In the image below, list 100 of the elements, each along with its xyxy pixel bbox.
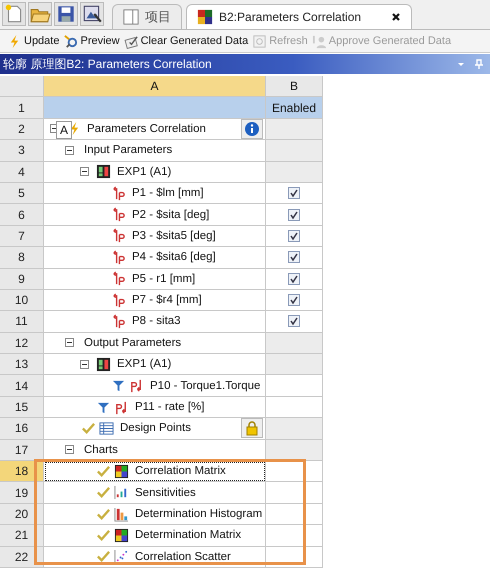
tree-item-label: EXP1 (A1) [117, 358, 172, 370]
column-header[interactable]: B [266, 76, 323, 98]
tree-cell[interactable]: EXP1 (A1) [44, 354, 266, 376]
open-folder-icon[interactable] [28, 2, 52, 26]
tree-item-label: P3 - $sita5 [deg] [132, 230, 216, 242]
toolbar-button[interactable]: Preview [62, 34, 121, 48]
bar-chart-icon [114, 485, 129, 500]
tree-item-label: P8 - sita3 [132, 315, 181, 328]
row-number: 12 [0, 332, 44, 354]
info-icon [244, 120, 260, 137]
system-block-icon [96, 164, 111, 180]
magnifier-icon [63, 34, 78, 48]
collapse-toggle-icon[interactable] [65, 338, 74, 348]
check-icon [81, 420, 96, 436]
checkbox[interactable] [288, 187, 300, 200]
tree-item-label: P1 - $lm [mm] [132, 187, 204, 200]
table-cell [266, 546, 323, 568]
check-icon [96, 528, 111, 543]
header-cell: Enabled [266, 97, 323, 119]
tree-cell[interactable]: P2 - $sita [deg] [44, 204, 266, 226]
tree-cell[interactable]: Determination Matrix [44, 525, 266, 547]
checkbox[interactable] [288, 315, 300, 328]
lock-icon [244, 420, 260, 436]
tree-item-label: P5 - r1 [mm] [132, 272, 196, 285]
row-number: 21 [0, 525, 44, 547]
output-parameter-icon [129, 378, 144, 394]
tree-cell[interactable]: P8 - sita3 [44, 311, 266, 333]
save-icon[interactable] [54, 2, 78, 26]
tree-cell[interactable]: Design Points [44, 418, 266, 440]
table-cell [266, 140, 323, 162]
close-icon[interactable] [391, 12, 402, 22]
toolbar-button[interactable]: Update [6, 34, 60, 48]
tab[interactable]: B2:Parameters Correlation [186, 4, 412, 29]
tree-cell[interactable]: Input Parameters [44, 140, 266, 162]
tree-item-label: P11 - rate [%] [135, 401, 204, 414]
tree-item-label: Correlation Scatter [135, 550, 231, 563]
tree-cell[interactable]: A Parameters Correlation [44, 118, 266, 140]
row-number: 2 [0, 118, 44, 140]
row-number: 16 [0, 418, 44, 440]
tooltip: A [56, 120, 72, 139]
info-button[interactable] [241, 118, 263, 139]
checkbox[interactable] [288, 294, 300, 306]
row-number: 4 [0, 162, 44, 183]
layout-icon [123, 9, 139, 25]
tree-item-label: Determination Histogram [135, 508, 262, 520]
table-cell [266, 118, 323, 140]
panel-title: 轮廓 原理图B2: Parameters Correlation [3, 56, 212, 72]
collapse-toggle-icon[interactable] [65, 445, 74, 454]
input-parameter-icon [111, 271, 126, 286]
row-number: 15 [0, 396, 44, 418]
tree-cell[interactable]: P3 - $sita5 [deg] [44, 226, 266, 248]
tree-item-label: EXP1 (A1) [117, 166, 172, 178]
tree-item-label: Input Parameters [84, 144, 172, 156]
table-icon [99, 420, 114, 436]
tree-cell[interactable]: P11 - rate [%] [44, 396, 266, 418]
row-number: 13 [0, 354, 44, 376]
table-cell [266, 482, 323, 504]
tree-cell[interactable]: Correlation Scatter [44, 546, 266, 568]
input-parameter-icon [111, 292, 126, 308]
tree-cell[interactable]: EXP1 (A1) [44, 162, 266, 183]
check-icon [96, 549, 111, 564]
input-parameter-icon [111, 250, 126, 265]
tree-item-label: Parameters Correlation [87, 122, 206, 135]
collapse-toggle-icon[interactable] [80, 360, 89, 369]
tree-cell[interactable]: Sensitivities [44, 482, 266, 504]
row-number: 17 [0, 440, 44, 462]
tree-cell[interactable]: P5 - r1 [mm] [44, 268, 266, 290]
tree-item-label: Sensitivities [135, 486, 196, 499]
table-cell [266, 461, 323, 482]
checkbox[interactable] [288, 251, 300, 264]
lock-button[interactable] [241, 418, 263, 438]
tree-cell[interactable]: P4 - $sita6 [deg] [44, 247, 266, 269]
tree-item-label: Correlation Matrix [135, 465, 226, 478]
row-number: 1 [0, 97, 44, 119]
table-cell [266, 354, 323, 376]
new-file-icon[interactable] [2, 2, 26, 26]
collapse-toggle-icon[interactable] [80, 167, 89, 176]
tree-item-label: P4 - $sita6 [deg] [132, 251, 216, 264]
system-block-icon [96, 356, 111, 372]
tree-item-label: Determination Matrix [135, 529, 242, 542]
checkbox[interactable] [288, 272, 300, 285]
image-export-icon[interactable] [80, 2, 104, 26]
tree-item-label: P2 - $sita [deg] [132, 208, 210, 221]
tree-cell[interactable]: P7 - $r4 [mm] [44, 290, 266, 312]
toolbar-button[interactable]: Clear Generated Data [122, 34, 250, 48]
tree-cell[interactable]: P1 - $lm [mm] [44, 182, 266, 204]
tree-cell[interactable]: Determination Histogram [44, 504, 266, 526]
collapse-toggle-icon[interactable] [65, 146, 74, 155]
row-number: 5 [0, 182, 44, 204]
tree-cell[interactable]: Correlation Matrix [44, 461, 266, 482]
checkbox[interactable] [288, 208, 300, 221]
histogram-icon [114, 506, 129, 522]
tree-cell[interactable]: Output Parameters [44, 332, 266, 354]
row-number: 8 [0, 247, 44, 269]
filter-icon [111, 378, 126, 394]
checkbox[interactable] [288, 230, 300, 242]
tab[interactable]: 项目 [112, 4, 182, 29]
tree-cell[interactable]: P10 - Torque1.Torque [44, 375, 266, 397]
column-header[interactable]: A [44, 76, 266, 98]
row-number: 6 [0, 204, 44, 226]
